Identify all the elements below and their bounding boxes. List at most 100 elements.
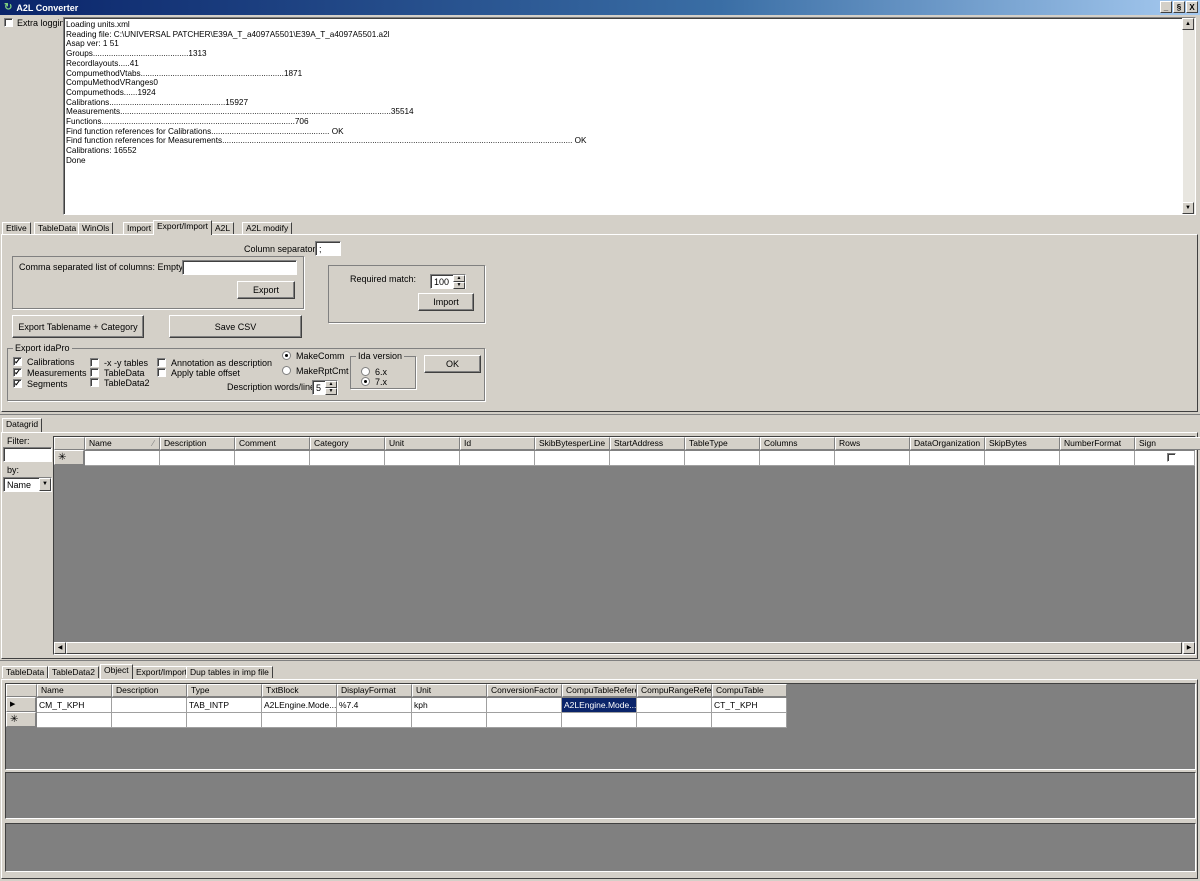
grid-cell[interactable]: [160, 451, 235, 466]
column-header[interactable]: Id: [460, 437, 535, 450]
tab-object[interactable]: Object: [100, 664, 133, 679]
tab-export-import[interactable]: Export/Import: [153, 220, 213, 235]
new-row-marker[interactable]: ✳: [54, 450, 84, 465]
log-scrollbar[interactable]: ▲ ▼: [1182, 18, 1195, 214]
spin-up-icon[interactable]: ▲: [453, 275, 465, 282]
column-header[interactable]: Rows: [835, 437, 910, 450]
splitter[interactable]: [0, 414, 1200, 417]
grid-cell[interactable]: CM_T_KPH: [37, 698, 112, 713]
grid-cell[interactable]: [412, 713, 487, 728]
column-header[interactable]: Columns: [760, 437, 835, 450]
new-row-marker[interactable]: ✳: [6, 712, 36, 727]
import-button[interactable]: Import: [418, 293, 474, 311]
column-header[interactable]: Unit: [412, 684, 487, 697]
restore-button[interactable]: §: [1173, 1, 1185, 13]
grid-cell[interactable]: [760, 451, 835, 466]
tabledata-checkbox[interactable]: [90, 368, 99, 377]
apply-table-offset-checkbox[interactable]: [157, 368, 166, 377]
grid-cell[interactable]: [262, 713, 337, 728]
tab-a2l-modify[interactable]: A2L modify: [242, 222, 293, 234]
scroll-left-icon[interactable]: ◀: [54, 642, 66, 654]
column-header[interactable]: Category: [310, 437, 385, 450]
ida-6x-radio[interactable]: [361, 367, 370, 376]
empty-grid-2[interactable]: [5, 772, 1196, 819]
grid-cell[interactable]: TAB_INTP: [187, 698, 262, 713]
grid-cell[interactable]: [460, 451, 535, 466]
grid-cell[interactable]: A2LEngine.Mode...: [262, 698, 337, 713]
column-separator-input[interactable]: ;: [315, 241, 341, 256]
grid-cell[interactable]: [112, 713, 187, 728]
datagrid-hscrollbar[interactable]: ◀ ▶: [54, 642, 1195, 654]
extra-logging-checkbox[interactable]: [4, 18, 13, 27]
tab-export-import[interactable]: Export/Import: [132, 666, 192, 678]
tab-winols[interactable]: WinOls: [78, 222, 114, 234]
grid-cell[interactable]: [1060, 451, 1135, 466]
grid-cell[interactable]: [910, 451, 985, 466]
grid-cell[interactable]: [985, 451, 1060, 466]
column-header[interactable]: DataOrganization: [910, 437, 985, 450]
current-row-marker[interactable]: ▶: [6, 697, 36, 712]
makecomm-radio[interactable]: [282, 351, 291, 360]
ida-ok-button[interactable]: OK: [424, 355, 481, 373]
grid-cell[interactable]: [37, 713, 112, 728]
column-header[interactable]: CompuRangeRefer: [637, 684, 712, 697]
scroll-right-icon[interactable]: ▶: [1183, 642, 1195, 654]
column-header[interactable]: Name: [37, 684, 112, 697]
segments-checkbox[interactable]: ✓: [13, 379, 22, 388]
column-header[interactable]: Description: [160, 437, 235, 450]
grid-cell[interactable]: [487, 698, 562, 713]
tab-import[interactable]: Import: [123, 222, 156, 234]
close-button[interactable]: X: [1186, 1, 1198, 13]
minimize-button[interactable]: _: [1160, 1, 1172, 13]
datagrid-table[interactable]: Name ∕ Description Comment Category Unit Id Ski…: [53, 436, 1200, 655]
measurements-checkbox[interactable]: ✓: [13, 368, 22, 377]
grid-cell[interactable]: [610, 451, 685, 466]
export-tablename-category-button[interactable]: Export Tablename + Category: [12, 315, 144, 338]
grid-cell[interactable]: kph: [412, 698, 487, 713]
export-button[interactable]: Export: [237, 281, 295, 299]
column-header[interactable]: TableType: [685, 437, 760, 450]
object-grid[interactable]: Name Description Type TxtBlock DisplayFormat…: [5, 683, 1196, 770]
grid-cell[interactable]: [487, 713, 562, 728]
tab-tabledata[interactable]: TableData: [34, 222, 81, 234]
column-header[interactable]: ConversionFactor: [487, 684, 562, 697]
empty-grid-3[interactable]: [5, 823, 1196, 872]
scroll-down-icon[interactable]: ▼: [1182, 202, 1194, 214]
scroll-up-icon[interactable]: ▲: [1182, 18, 1194, 30]
column-header[interactable]: DisplayFormat: [337, 684, 412, 697]
column-header[interactable]: NumberFormat: [1060, 437, 1135, 450]
grid-cell[interactable]: [235, 451, 310, 466]
grid-cell[interactable]: [1135, 451, 1195, 466]
spin-down-icon[interactable]: ▼: [325, 388, 337, 395]
tab-tabledata[interactable]: TableData: [2, 666, 49, 678]
grid-cell[interactable]: [712, 713, 787, 728]
makerptcmt-radio[interactable]: [282, 366, 291, 375]
grid-cell[interactable]: [85, 451, 160, 466]
column-header[interactable]: SkipBytes: [985, 437, 1060, 450]
tab-datagrid[interactable]: Datagrid: [2, 418, 43, 432]
tabledata2-checkbox[interactable]: [90, 378, 99, 387]
filter-input[interactable]: [3, 447, 52, 462]
xy-tables-checkbox[interactable]: [90, 358, 99, 367]
grid-cell[interactable]: [562, 713, 637, 728]
column-header[interactable]: Name ∕: [85, 437, 160, 450]
log-output[interactable]: Loading units.xml Reading file: C:\UNIVER…: [63, 17, 1196, 215]
column-header[interactable]: SkibBytesperLine: [535, 437, 610, 450]
save-csv-button[interactable]: Save CSV: [169, 315, 302, 338]
chevron-down-icon[interactable]: ▼: [39, 478, 51, 491]
grid-cell[interactable]: [187, 713, 262, 728]
columns-list-input[interactable]: [182, 260, 297, 275]
spin-up-icon[interactable]: ▲: [325, 381, 337, 388]
grid-cell[interactable]: CT_T_KPH: [712, 698, 787, 713]
grid-cell[interactable]: [535, 451, 610, 466]
calibrations-checkbox[interactable]: ✓: [13, 357, 22, 366]
column-header[interactable]: Description: [112, 684, 187, 697]
grid-cell[interactable]: [385, 451, 460, 466]
ida-7x-radio[interactable]: [361, 377, 370, 386]
grid-cell[interactable]: [685, 451, 760, 466]
column-header[interactable]: CompuTable: [712, 684, 787, 697]
tab-tabledata2[interactable]: TableData2: [48, 666, 100, 678]
grid-cell[interactable]: %7.4: [337, 698, 412, 713]
grid-cell[interactable]: [112, 698, 187, 713]
column-header[interactable]: Unit: [385, 437, 460, 450]
